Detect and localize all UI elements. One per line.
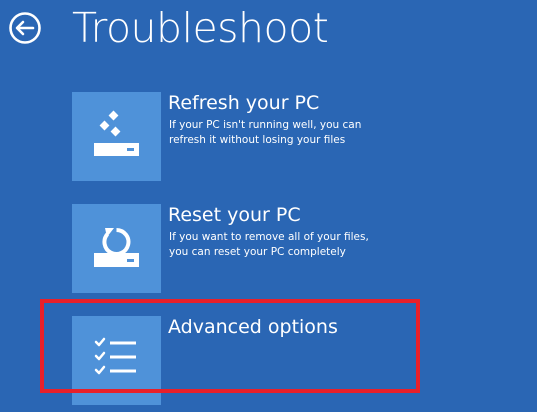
page-title: Troubleshoot (72, 4, 329, 52)
advanced-options-option[interactable]: Advanced options (72, 316, 492, 406)
reset-pc-tile[interactable] (72, 204, 161, 293)
back-button[interactable] (8, 11, 42, 45)
refresh-pc-option[interactable]: Refresh your PC If your PC isn't running… (72, 92, 492, 182)
advanced-options-title: Advanced options (168, 316, 338, 338)
refresh-pc-description: If your PC isn't running well, you can r… (169, 119, 362, 146)
reset-pc-option[interactable]: Reset your PC If you want to remove all … (72, 204, 492, 294)
checklist-icon (94, 337, 136, 375)
back-arrow-icon (9, 12, 41, 44)
refresh-pc-title: Refresh your PC (168, 92, 320, 114)
refresh-pc-icon (94, 110, 139, 156)
reset-pc-icon (94, 228, 139, 267)
troubleshoot-screen: Troubleshoot Refresh your PC If your PC … (0, 0, 537, 412)
reset-pc-title: Reset your PC (168, 204, 301, 226)
reset-pc-description: If you want to remove all of your files,… (169, 231, 369, 258)
advanced-options-tile[interactable] (72, 316, 161, 405)
refresh-pc-tile[interactable] (72, 92, 161, 181)
